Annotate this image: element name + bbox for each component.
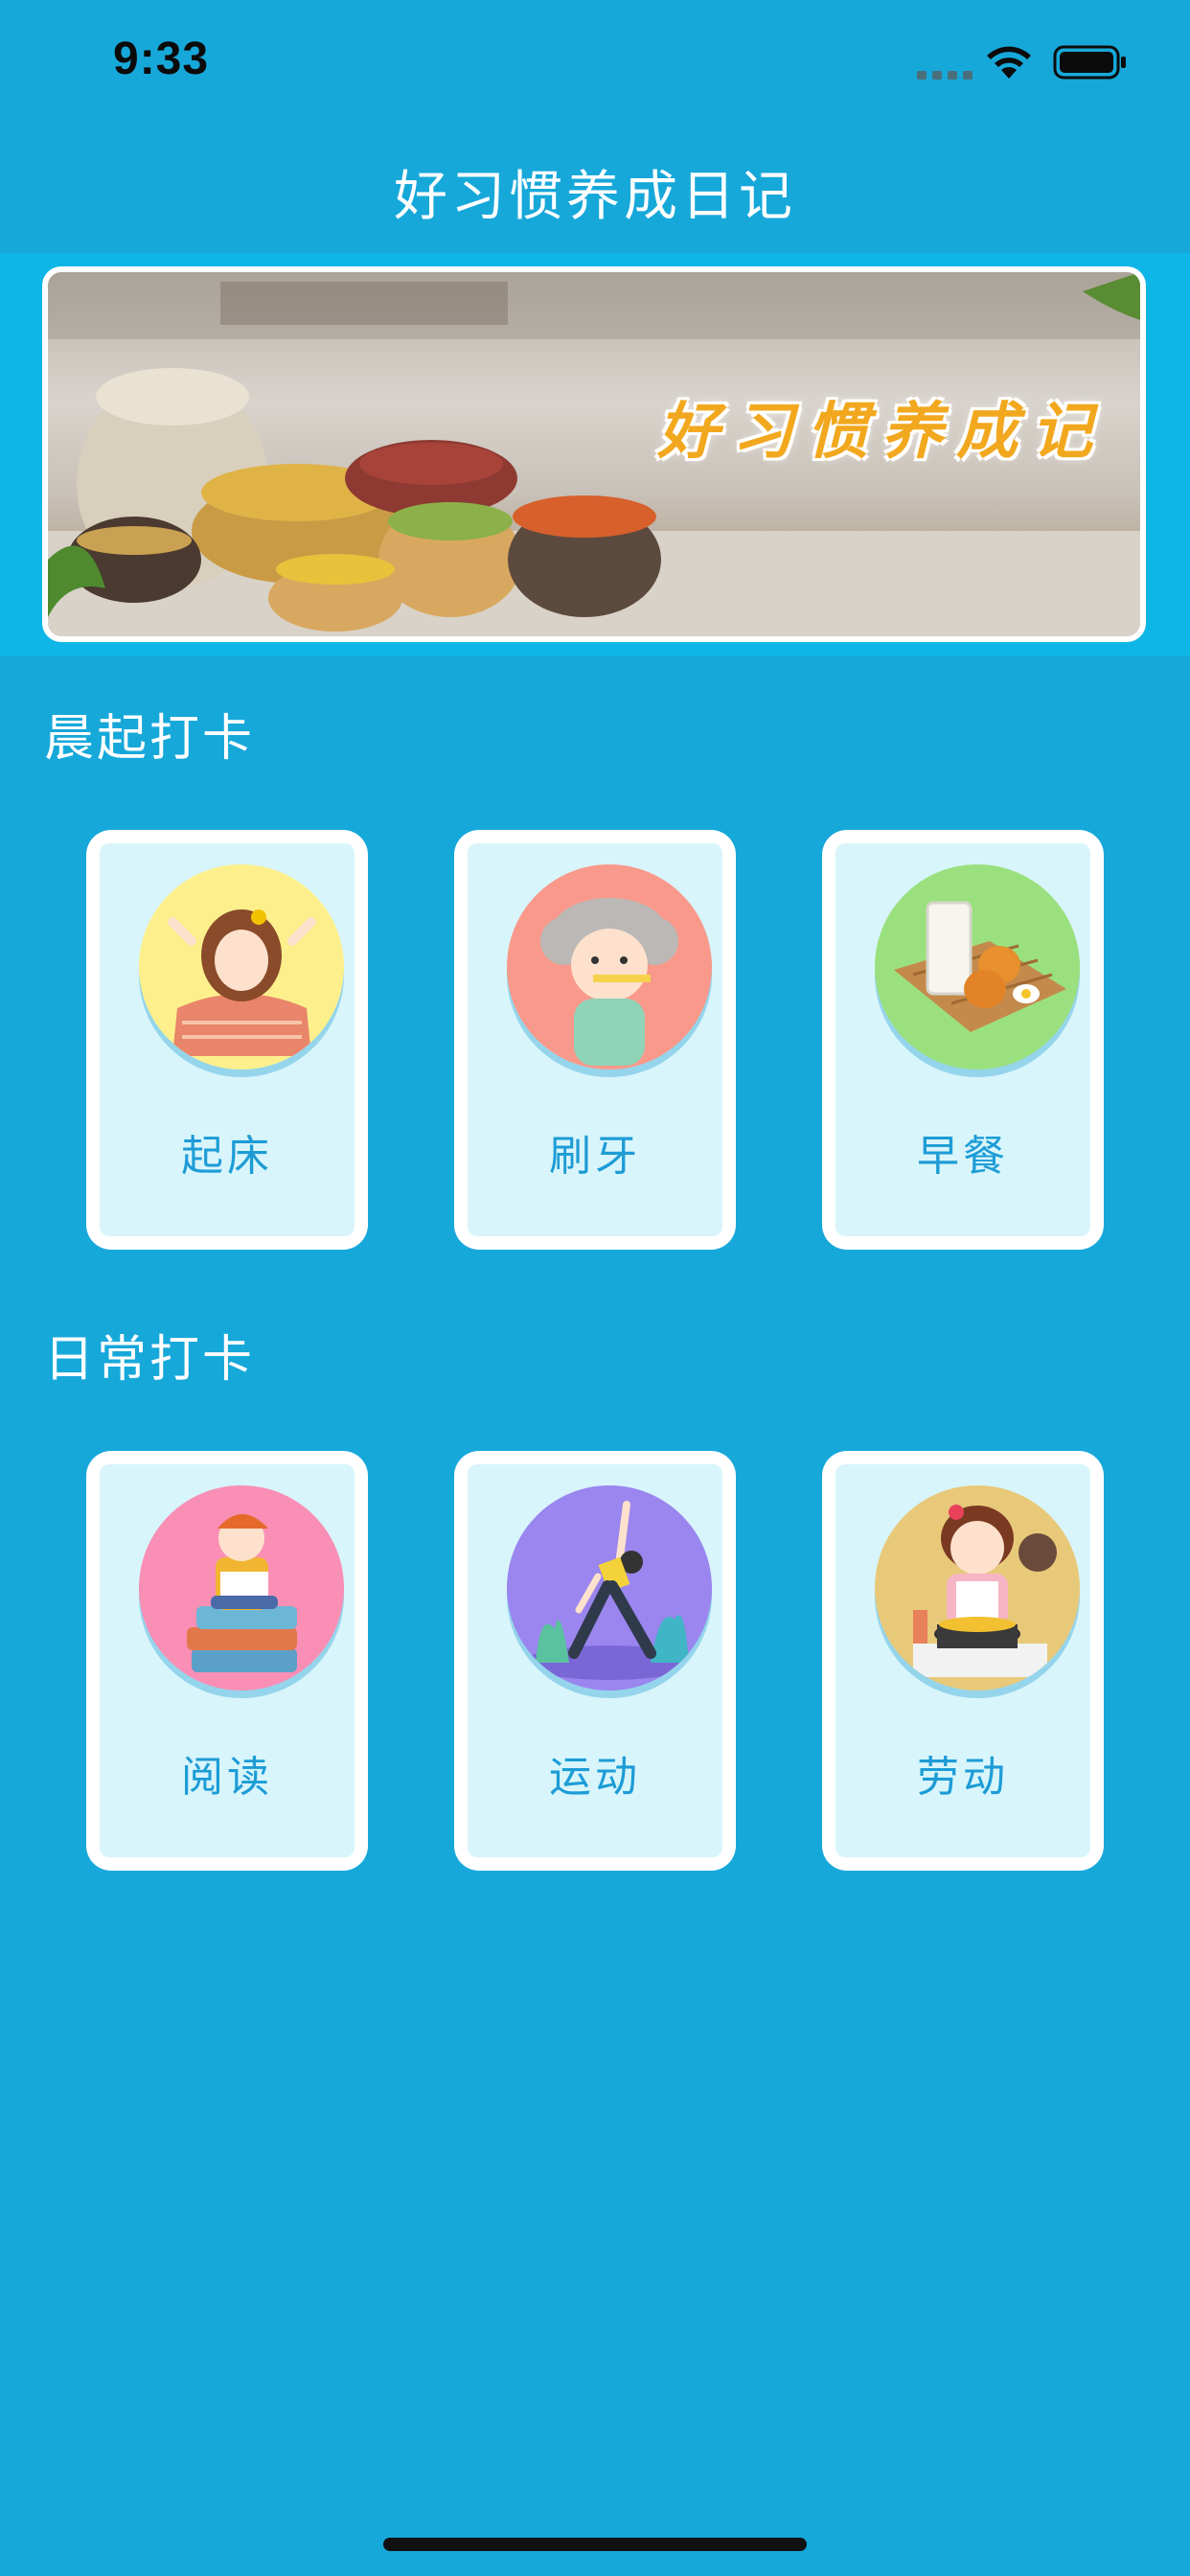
navigation-bar: 好习惯养成日记 xyxy=(0,126,1190,253)
breakfast-icon xyxy=(875,864,1080,1070)
home-indicator[interactable] xyxy=(383,2538,807,2551)
brush-teeth-icon xyxy=(507,864,712,1070)
daily-checkin-grid: 阅读 运动 劳动 xyxy=(86,1451,1104,1871)
habit-label: 劳动 xyxy=(917,1753,1009,1802)
card-inner: 刷牙 xyxy=(468,843,722,1236)
habit-label: 早餐 xyxy=(917,1132,1009,1181)
wake-up-icon xyxy=(139,864,344,1070)
battery-icon xyxy=(1053,45,1126,80)
habit-card-reading[interactable]: 阅读 xyxy=(86,1451,368,1871)
card-inner: 起床 xyxy=(100,843,355,1236)
card-inner: 早餐 xyxy=(835,843,1090,1236)
habit-card-wake-up[interactable]: 起床 xyxy=(86,830,368,1250)
morning-checkin-grid: 起床 刷牙 早餐 xyxy=(86,830,1104,1250)
habit-card-breakfast[interactable]: 早餐 xyxy=(822,830,1104,1250)
banner-image[interactable]: 好习惯养成记 xyxy=(42,266,1146,642)
habit-label: 运动 xyxy=(549,1753,641,1802)
reading-icon xyxy=(139,1485,344,1690)
habit-card-exercise[interactable]: 运动 xyxy=(454,1451,736,1871)
status-time: 9:33 xyxy=(113,34,210,84)
page-title: 好习惯养成日记 xyxy=(394,166,796,228)
section-title-daily: 日常打卡 xyxy=(44,1331,256,1389)
card-inner: 阅读 xyxy=(100,1464,355,1857)
habit-label: 起床 xyxy=(181,1132,273,1181)
wifi-icon xyxy=(987,46,1031,79)
section-title-morning: 晨起打卡 xyxy=(44,710,256,768)
exercise-icon xyxy=(507,1485,712,1690)
habit-card-brush-teeth[interactable]: 刷牙 xyxy=(454,830,736,1250)
cooking-icon xyxy=(875,1485,1080,1690)
status-bar: 9:33 xyxy=(0,0,1190,126)
habit-label: 阅读 xyxy=(181,1753,273,1802)
habit-label: 刷牙 xyxy=(549,1132,641,1181)
cellular-signal-icon xyxy=(917,71,973,80)
banner-overlay-text: 好习惯养成记 xyxy=(657,396,1106,468)
card-inner: 劳动 xyxy=(835,1464,1090,1857)
card-inner: 运动 xyxy=(468,1464,722,1857)
habit-card-labor[interactable]: 劳动 xyxy=(822,1451,1104,1871)
